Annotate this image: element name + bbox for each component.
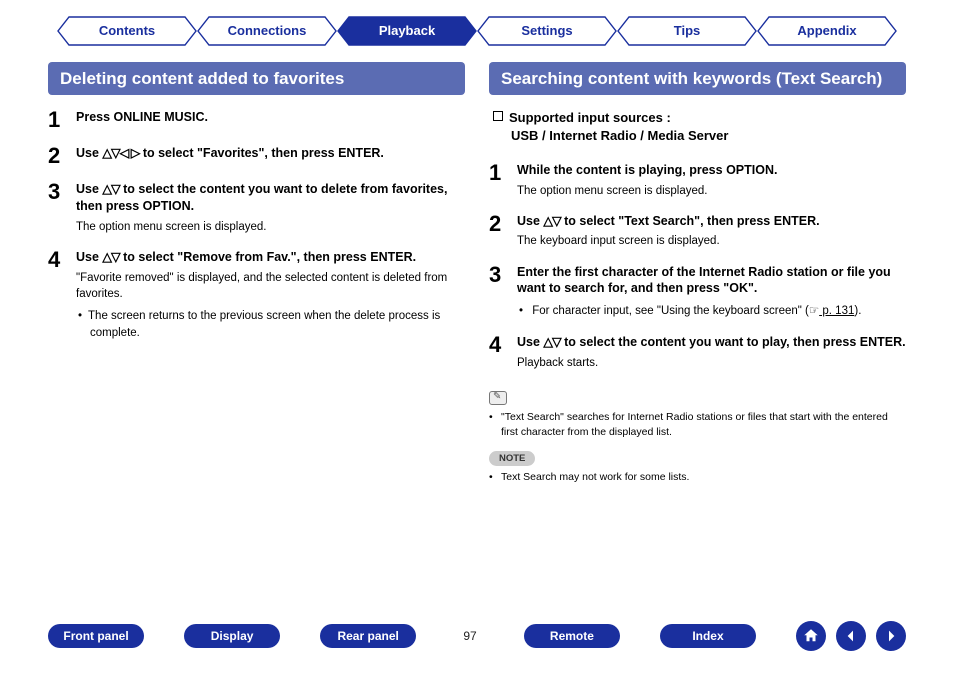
nav-remote[interactable]: Remote (524, 624, 620, 648)
step-subtext: The option menu screen is displayed. (76, 219, 465, 235)
step-bullet: For character input, see "Using the keyb… (531, 303, 906, 320)
arrow-updown-icon: △▽ (102, 182, 119, 196)
nav-index[interactable]: Index (660, 624, 756, 648)
tip-text: "Text Search" searches for Internet Radi… (489, 410, 906, 439)
step-number: 2 (489, 213, 517, 250)
step-number: 2 (48, 145, 76, 167)
supported-sources: Supported input sources : USB / Internet… (493, 109, 906, 145)
step-text: Use △▽ to select the content you want to… (76, 181, 465, 215)
step-text: Enter the first character of the Interne… (517, 264, 906, 298)
step-text: Use △▽ to select the content you want to… (517, 334, 906, 351)
tab-settings[interactable]: Settings (477, 16, 617, 46)
section-title-search: Searching content with keywords (Text Se… (489, 62, 906, 95)
home-button[interactable] (796, 621, 826, 651)
step-number: 4 (48, 249, 76, 341)
arrow-all-icon: △▽◁ ▷ (102, 146, 139, 160)
note-text: Text Search may not work for some lists. (489, 470, 906, 485)
step-text: Press ONLINE MUSIC. (76, 109, 465, 126)
step-subtext: The keyboard input screen is displayed. (517, 233, 906, 249)
footer-bar: Front panel Display Rear panel 97 Remote… (0, 621, 954, 651)
square-bullet-icon (493, 111, 503, 121)
nav-display[interactable]: Display (184, 624, 280, 648)
arrow-updown-icon: △▽ (102, 250, 119, 264)
next-page-button[interactable] (876, 621, 906, 651)
prev-page-button[interactable] (836, 621, 866, 651)
step-number: 1 (489, 162, 517, 199)
left-column: Deleting content added to favorites 1 Pr… (48, 62, 465, 491)
tab-contents[interactable]: Contents (57, 16, 197, 46)
right-column: Searching content with keywords (Text Se… (489, 62, 906, 491)
tab-connections[interactable]: Connections (197, 16, 337, 46)
arrow-updown-icon: △▽ (543, 335, 560, 349)
step-text: Use △▽ to select "Remove from Fav.", the… (76, 249, 465, 266)
arrow-updown-icon: △▽ (543, 214, 560, 228)
nav-front-panel[interactable]: Front panel (48, 624, 144, 648)
step-text: Use △▽◁ ▷ to select "Favorites", then pr… (76, 145, 465, 162)
hand-icon: ☞ (809, 305, 819, 317)
top-tab-bar: Contents Connections Playback Settings T… (0, 0, 954, 54)
step-number: 3 (48, 181, 76, 235)
step-text: Use △▽ to select "Text Search", then pre… (517, 213, 906, 230)
step-subtext: Playback starts. (517, 355, 906, 371)
step-subtext: The option menu screen is displayed. (517, 183, 906, 199)
step-number: 1 (48, 109, 76, 131)
tab-playback[interactable]: Playback (337, 16, 477, 46)
tab-appendix[interactable]: Appendix (757, 16, 897, 46)
note-label: NOTE (489, 451, 535, 466)
step-bullet: The screen returns to the previous scree… (90, 308, 465, 341)
step-number: 4 (489, 334, 517, 371)
page-link-131[interactable]: p. 131 (819, 305, 854, 317)
step-subtext: "Favorite removed" is displayed, and the… (76, 270, 465, 302)
nav-rear-panel[interactable]: Rear panel (320, 624, 416, 648)
step-number: 3 (489, 264, 517, 320)
section-title-deleting: Deleting content added to favorites (48, 62, 465, 95)
tab-tips[interactable]: Tips (617, 16, 757, 46)
pencil-note-icon (489, 391, 507, 405)
step-text: While the content is playing, press OPTI… (517, 162, 906, 179)
page-number: 97 (456, 629, 484, 643)
